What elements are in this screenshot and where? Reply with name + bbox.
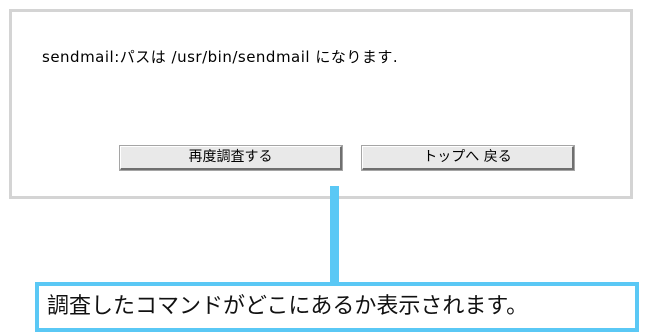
- result-panel: sendmail:パスは /usr/bin/sendmail になります. 再度…: [9, 9, 633, 199]
- retry-button[interactable]: 再度調査する: [120, 146, 342, 170]
- annotation-callout: 調査したコマンドがどこにあるか表示されます。: [35, 282, 639, 332]
- back-to-top-button[interactable]: トップへ 戻る: [362, 146, 574, 170]
- command-path-message: sendmail:パスは /usr/bin/sendmail になります.: [42, 48, 399, 66]
- callout-connector-line: [330, 186, 339, 284]
